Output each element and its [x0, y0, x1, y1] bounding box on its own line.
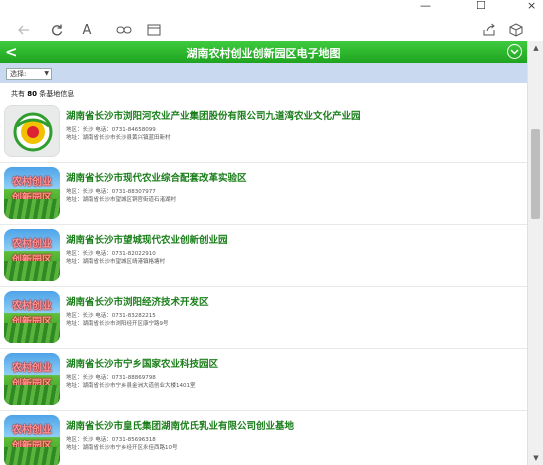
window-titlebar: — ☐ ×: [0, 0, 543, 14]
region-select[interactable]: 选择: ▼: [6, 68, 52, 80]
item-region-phone: 地区：长沙 电话：0731-88307977: [66, 189, 156, 195]
park-sign-line1: 农村创业: [12, 239, 52, 250]
item-region-phone: 地区：长沙 电话：0731-82022910: [66, 251, 156, 257]
list-item[interactable]: 农村创业 创新园区 湖南省长沙市浏阳经济技术开发区 地区：长沙 电话：0731-…: [0, 287, 527, 349]
item-address: 地址：湖南省长沙市宁乡县金洲大道创业大楼1401室: [66, 383, 196, 389]
page-content: < 湖南农村创业创新园区电子地图 选择: ▼ 共有 80 条基地信息 湖南省长沙…: [0, 41, 527, 465]
park-photo-image: 农村创业 创新园区: [4, 167, 60, 219]
vertical-scrollbar[interactable]: ▲ ▼: [527, 41, 543, 465]
item-address: 地址：湖南省长沙市望城区靖港镇格塘村: [66, 259, 166, 265]
restore-button[interactable]: ☐: [476, 0, 486, 12]
item-meta: 地区：长沙 电话：0731-88307977 地址：湖南省长沙市望城区铜官街道石…: [66, 188, 523, 204]
item-name-link[interactable]: 湖南省长沙市浏阳河农业产业集团股份有限公司九道湾农业文化产业园: [66, 108, 523, 122]
park-sign-line1: 农村创业: [12, 363, 52, 374]
item-name-link[interactable]: 湖南省长沙市望城现代农业创新创业园: [66, 232, 523, 246]
item-region-phone: 地区：长沙 电话：0731-84658099: [66, 127, 156, 133]
item-name-link[interactable]: 湖南省长沙市宁乡国家农业科技园区: [66, 356, 523, 370]
count-suffix: 条基地信息: [39, 90, 75, 98]
park-sign-line1: 农村创业: [12, 425, 52, 436]
item-name-link[interactable]: 湖南省长沙市皇氏集团湖南优氏乳业有限公司创业基地: [66, 418, 523, 432]
park-photo-image: 农村创业 创新园区: [4, 229, 60, 281]
list-item[interactable]: 农村创业 创新园区 湖南省长沙市宁乡国家农业科技园区 地区：长沙 电话：0731…: [0, 349, 527, 411]
park-sign-line1: 农村创业: [12, 301, 52, 312]
park-sign-line1: 农村创业: [12, 177, 52, 188]
result-count: 共有 80 条基地信息: [0, 83, 527, 101]
reading-view-icon[interactable]: [144, 20, 164, 40]
item-address: 地址：湖南省长沙市望城区铜官街道石渚湖村: [66, 197, 177, 203]
item-text: 湖南省长沙市浏阳经济技术开发区 地区：长沙 电话：0731-83282215 地…: [66, 294, 523, 328]
share-icon[interactable]: [479, 20, 499, 40]
chevron-down-icon[interactable]: [507, 44, 522, 59]
item-name-link[interactable]: 湖南省长沙市浏阳经济技术开发区: [66, 294, 523, 308]
list-item[interactable]: 农村创业 创新园区 湖南省长沙市望城现代农业创新创业园 地区：长沙 电话：073…: [0, 225, 527, 287]
item-meta: 地区：长沙 电话：0731-82022910 地址：湖南省长沙市望城区靖港镇格塘…: [66, 250, 523, 266]
company-logo-image: [4, 105, 60, 157]
park-photo-image: 农村创业 创新园区: [4, 291, 60, 343]
item-address: 地址：湖南省长沙市宁乡经开区永佳西路10号: [66, 445, 178, 451]
browser-window: — ☐ × A < 湖南农村创业创新园区电子地图 选择: ▼ 共有 80 条基地…: [0, 0, 543, 465]
item-name-link[interactable]: 湖南省长沙市现代农业综合配套改革实验区: [66, 170, 523, 184]
item-meta: 地区：长沙 电话：0731-88869798 地址：湖南省长沙市宁乡县金洲大道创…: [66, 374, 523, 390]
reader-font-icon[interactable]: A: [77, 20, 97, 40]
crop-rows: [4, 323, 60, 343]
list-item[interactable]: 农村创业 创新园区 湖南省长沙市皇氏集团湖南优氏乳业有限公司创业基地 地区：长沙…: [0, 411, 527, 465]
extension-box-icon[interactable]: [506, 20, 526, 40]
caret-down-icon: ▼: [44, 70, 49, 77]
item-meta: 地区：长沙 电话：0731-85696318 地址：湖南省长沙市宁乡经开区永佳西…: [66, 436, 523, 452]
item-region-phone: 地区：长沙 电话：0731-88869798: [66, 375, 156, 381]
scrollbar-thumb[interactable]: [531, 129, 540, 219]
item-region-phone: 地区：长沙 电话：0731-83282215: [66, 313, 156, 319]
list-item[interactable]: 湖南省长沙市浏阳河农业产业集团股份有限公司九道湾农业文化产业园 地区：长沙 电话…: [0, 101, 527, 163]
region-select-value: 选择:: [10, 70, 27, 78]
close-button[interactable]: ×: [527, 0, 536, 12]
minimize-button[interactable]: —: [420, 0, 431, 12]
count-number: 80: [27, 90, 37, 98]
scroll-up-icon[interactable]: ▲: [528, 41, 543, 55]
item-text: 湖南省长沙市皇氏集团湖南优氏乳业有限公司创业基地 地区：长沙 电话：0731-8…: [66, 418, 523, 452]
park-photo-image: 农村创业 创新园区: [4, 415, 60, 465]
scroll-down-icon[interactable]: ▼: [528, 451, 543, 465]
refresh-icon[interactable]: [47, 20, 67, 40]
park-list: 湖南省长沙市浏阳河农业产业集团股份有限公司九道湾农业文化产业园 地区：长沙 电话…: [0, 101, 527, 465]
back-arrow-icon[interactable]: [14, 20, 34, 40]
item-meta: 地区：长沙 电话：0731-84658099 地址：湖南省长沙市长沙县黄兴镇蓝田…: [66, 126, 523, 142]
list-item[interactable]: 农村创业 创新园区 湖南省长沙市现代农业综合配套改革实验区 地区：长沙 电话：0…: [0, 163, 527, 225]
crop-rows: [4, 199, 60, 219]
item-meta: 地区：长沙 电话：0731-83282215 地址：湖南省长沙市浏阳经开区康宁路…: [66, 312, 523, 328]
item-text: 湖南省长沙市浏阳河农业产业集团股份有限公司九道湾农业文化产业园 地区：长沙 电话…: [66, 108, 523, 142]
filter-bar: 选择: ▼: [0, 63, 527, 83]
count-prefix: 共有: [11, 90, 25, 98]
crop-rows: [4, 447, 60, 465]
item-text: 湖南省长沙市现代农业综合配套改革实验区 地区：长沙 电话：0731-883079…: [66, 170, 523, 204]
item-text: 湖南省长沙市望城现代农业创新创业园 地区：长沙 电话：0731-82022910…: [66, 232, 523, 266]
item-text: 湖南省长沙市宁乡国家农业科技园区 地区：长沙 电话：0731-88869798 …: [66, 356, 523, 390]
crop-rows: [4, 385, 60, 405]
item-address: 地址：湖南省长沙市长沙县黄兴镇蓝田新村: [66, 135, 171, 141]
crop-rows: [4, 261, 60, 281]
page-title: 湖南农村创业创新园区电子地图: [186, 47, 341, 60]
page-header: < 湖南农村创业创新园区电子地图: [0, 41, 527, 63]
link-icon[interactable]: [114, 20, 134, 40]
browser-toolbar: A: [0, 14, 543, 44]
item-region-phone: 地区：长沙 电话：0731-85696318: [66, 437, 156, 443]
item-address: 地址：湖南省长沙市浏阳经开区康宁路9号: [66, 321, 169, 327]
park-photo-image: 农村创业 创新园区: [4, 353, 60, 405]
